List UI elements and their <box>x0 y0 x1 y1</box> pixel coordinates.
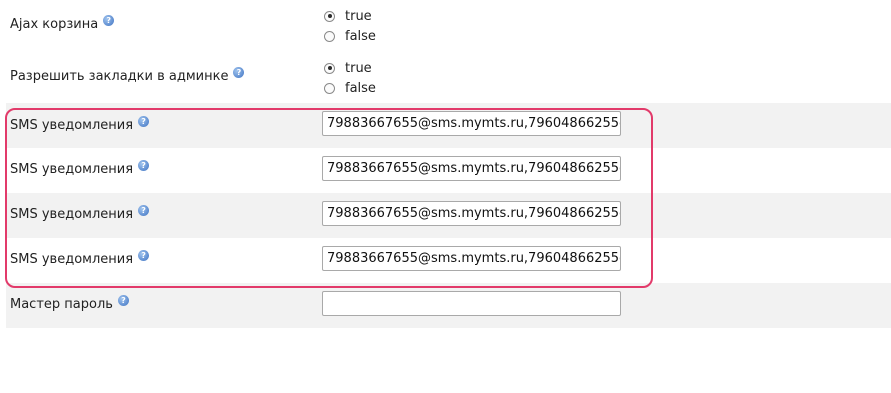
admin-bookmarks-false-label[interactable]: false <box>345 81 376 96</box>
radio-selected-icon[interactable] <box>324 62 335 74</box>
help-icon[interactable]: ? <box>138 160 150 171</box>
setting-label-admin-bookmarks: Разрешить закладки в админке ? <box>10 67 245 84</box>
help-icon[interactable]: ? <box>138 116 150 127</box>
sms-notification-input[interactable] <box>322 156 621 181</box>
ajax-cart-option-true[interactable]: true <box>324 6 372 26</box>
sms-notification-input[interactable] <box>322 111 621 136</box>
sms-label: SMS уведомления <box>10 118 134 133</box>
help-icon[interactable]: ? <box>117 295 129 306</box>
setting-row-ajax-cart: Ajax корзина ? true false <box>6 0 891 58</box>
setting-label-sms: SMS уведомления ? <box>10 160 150 177</box>
ajax-cart-label: Ajax корзина <box>10 17 99 32</box>
admin-bookmarks-option-true[interactable]: true <box>324 58 372 78</box>
ajax-cart-false-label[interactable]: false <box>345 29 376 44</box>
admin-bookmarks-label: Разрешить закладки в админке <box>10 69 229 84</box>
setting-label-sms: SMS уведомления ? <box>10 116 150 133</box>
setting-row-sms-1: SMS уведомления ? <box>6 103 891 148</box>
sms-label: SMS уведомления <box>10 207 134 222</box>
setting-label-sms: SMS уведомления ? <box>10 250 150 267</box>
ajax-cart-option-false[interactable]: false <box>324 26 376 46</box>
setting-row-admin-bookmarks: Разрешить закладки в админке ? true fals… <box>6 58 891 103</box>
setting-label-sms: SMS уведомления ? <box>10 205 150 222</box>
setting-label-master-password: Мастер пароль ? <box>10 295 129 312</box>
setting-label-ajax-cart: Ajax корзина ? <box>10 15 115 32</box>
master-password-label: Мастер пароль <box>10 297 113 312</box>
setting-row-master-password: Мастер пароль ? <box>6 283 891 328</box>
setting-row-sms-2: SMS уведомления ? <box>6 148 891 193</box>
setting-row-sms-4: SMS уведомления ? <box>6 238 891 283</box>
sms-label: SMS уведомления <box>10 252 134 267</box>
radio-unselected-icon[interactable] <box>324 30 335 42</box>
master-password-input[interactable] <box>322 291 621 316</box>
ajax-cart-true-label[interactable]: true <box>345 9 372 24</box>
help-icon[interactable]: ? <box>103 15 115 26</box>
radio-selected-icon[interactable] <box>324 10 335 22</box>
admin-bookmarks-true-label[interactable]: true <box>345 61 372 76</box>
admin-bookmarks-option-false[interactable]: false <box>324 78 376 98</box>
help-icon[interactable]: ? <box>138 205 150 216</box>
help-icon[interactable]: ? <box>233 67 245 78</box>
sms-notification-input[interactable] <box>322 246 621 271</box>
sms-label: SMS уведомления <box>10 162 134 177</box>
sms-notification-input[interactable] <box>322 201 621 226</box>
radio-unselected-icon[interactable] <box>324 82 335 94</box>
setting-row-sms-3: SMS уведомления ? <box>6 193 891 238</box>
help-icon[interactable]: ? <box>138 250 150 261</box>
